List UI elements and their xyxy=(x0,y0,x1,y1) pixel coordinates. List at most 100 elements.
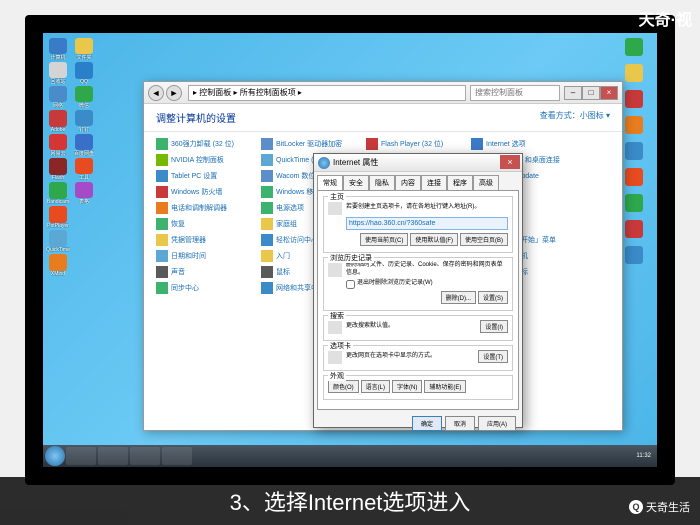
app-icon xyxy=(75,158,93,174)
use-default-button[interactable]: 使用默认值(F) xyxy=(410,233,458,246)
breadcrumb[interactable]: ▸ 控制面板 ▸ 所有控制面板项 ▸ xyxy=(188,85,466,101)
item-icon xyxy=(261,170,273,182)
internet-options-dialog: Internet 属性 × 常规安全隐私内容连接程序高级 主页 若要创建主页选项… xyxy=(313,153,523,428)
item-label: BitLocker 驱动器加密 xyxy=(276,139,342,149)
control-panel-item[interactable]: 同步中心 xyxy=(156,282,261,294)
use-current-button[interactable]: 使用当前页(C) xyxy=(360,233,408,246)
apply-button[interactable]: 应用(A) xyxy=(478,416,516,431)
desktop-icon[interactable]: 计算机 xyxy=(47,38,69,60)
desktop-icon[interactable] xyxy=(623,38,645,60)
desktop-icon[interactable]: 钉钉 xyxy=(73,110,95,132)
dialog-tab[interactable]: 连接 xyxy=(421,175,447,190)
desktop-icon[interactable] xyxy=(623,246,645,268)
app-icon xyxy=(49,158,67,175)
item-label: 电话和调制解调器 xyxy=(171,203,227,213)
control-panel-item[interactable]: Internet 选项 xyxy=(471,138,576,150)
desktop-icons-right xyxy=(623,38,653,268)
cancel-button[interactable]: 取消 xyxy=(445,416,475,431)
start-button[interactable] xyxy=(45,446,65,466)
desktop-icon[interactable] xyxy=(623,220,645,242)
history-settings-button[interactable]: 设置(S) xyxy=(478,291,508,304)
delete-history-button[interactable]: 删除(D)... xyxy=(441,291,476,304)
delete-on-exit-checkbox[interactable] xyxy=(346,280,355,289)
control-panel-item[interactable]: 360强力卸载 (32 位) xyxy=(156,138,261,150)
desktop-icon[interactable]: Flash xyxy=(47,158,69,180)
system-tray[interactable]: 11:32 xyxy=(636,453,655,459)
colors-button[interactable]: 颜色(O) xyxy=(328,380,359,393)
app-icon xyxy=(625,220,643,238)
nav-back-button[interactable]: ◄ xyxy=(148,85,164,101)
icon-label: 回收站 xyxy=(50,78,65,84)
item-label: 入门 xyxy=(276,251,290,261)
item-icon xyxy=(156,234,168,246)
desktop-icon[interactable]: PotPlayer xyxy=(47,206,69,228)
desktop-icon[interactable]: 网络 xyxy=(47,86,69,108)
search-settings-button[interactable]: 设置(I) xyxy=(480,320,508,333)
control-panel-item[interactable]: BitLocker 驱动器加密 xyxy=(261,138,366,150)
homepage-url-input[interactable] xyxy=(346,217,508,230)
desktop-icon[interactable] xyxy=(623,142,645,164)
taskbar-item[interactable] xyxy=(162,447,192,465)
desktop-icon[interactable]: 回收站 xyxy=(47,62,69,84)
control-panel-item[interactable]: Windows 防火墙 xyxy=(156,186,261,198)
desktop-icon[interactable]: 表格 xyxy=(73,182,95,204)
control-panel-item[interactable]: 声音 xyxy=(156,266,261,278)
item-icon xyxy=(156,154,168,166)
desktop-icon[interactable] xyxy=(623,194,645,216)
desktop-icon[interactable] xyxy=(623,168,645,190)
search-desc: 更改搜索默认值。 xyxy=(346,323,394,331)
desktop-icon[interactable] xyxy=(623,64,645,86)
taskbar-item[interactable] xyxy=(130,447,160,465)
item-icon xyxy=(261,234,273,246)
dialog-tab[interactable]: 内容 xyxy=(395,175,421,190)
search-input[interactable] xyxy=(470,85,560,101)
item-icon xyxy=(156,170,168,182)
desktop-icon[interactable]: 工具 xyxy=(73,158,95,180)
fonts-button[interactable]: 字体(N) xyxy=(392,380,422,393)
dialog-close-button[interactable]: × xyxy=(500,155,520,169)
desktop-icon[interactable]: QQ xyxy=(73,62,95,84)
control-panel-item[interactable]: 凭据管理器 xyxy=(156,234,261,246)
dialog-tab[interactable]: 隐私 xyxy=(369,175,395,190)
dialog-tab[interactable]: 程序 xyxy=(447,175,473,190)
item-label: Internet 选项 xyxy=(486,139,526,149)
item-icon xyxy=(156,138,168,150)
tabs-settings-button[interactable]: 设置(T) xyxy=(478,350,508,363)
taskbar-item[interactable] xyxy=(66,447,96,465)
desktop-icon[interactable]: XMind xyxy=(47,254,69,276)
dialog-tab[interactable]: 安全 xyxy=(343,175,369,190)
desktop-icon[interactable]: QuickTime xyxy=(47,230,69,252)
control-panel-item[interactable]: 日期和时间 xyxy=(156,250,261,262)
taskbar-item[interactable] xyxy=(98,447,128,465)
icon-label: 百度网盘 xyxy=(74,150,94,156)
desktop-icon[interactable]: Adobe xyxy=(47,110,69,132)
desktop-icon[interactable]: Bandicam xyxy=(47,182,69,204)
desktop-icon[interactable]: 微信 xyxy=(73,86,95,108)
ok-button[interactable]: 确定 xyxy=(412,416,442,431)
control-panel-item[interactable]: 恢复 xyxy=(156,218,261,230)
dialog-tab[interactable]: 高级 xyxy=(473,175,499,190)
minimize-button[interactable]: – xyxy=(564,86,582,100)
accessibility-button[interactable]: 辅助功能(E) xyxy=(424,380,466,393)
item-icon xyxy=(261,186,273,198)
view-mode-selector[interactable]: 查看方式：小图标 ▾ xyxy=(540,110,610,125)
control-panel-item[interactable]: Tablet PC 设置 xyxy=(156,170,261,182)
language-button[interactable]: 语言(L) xyxy=(361,380,390,393)
nav-forward-button[interactable]: ► xyxy=(166,85,182,101)
close-button[interactable]: × xyxy=(600,86,618,100)
control-panel-item[interactable]: Flash Player (32 位) xyxy=(366,138,471,150)
app-icon xyxy=(49,206,67,223)
maximize-button[interactable]: □ xyxy=(582,86,600,100)
desktop-icon[interactable] xyxy=(623,90,645,112)
control-panel-item[interactable]: NVIDIA 控制面板 xyxy=(156,154,261,166)
dialog-tab[interactable]: 常规 xyxy=(317,175,343,190)
desktop-icon[interactable]: 网易云 xyxy=(47,134,69,156)
icon-label: 网络 xyxy=(53,102,63,108)
desktop-icon[interactable] xyxy=(623,116,645,138)
desktop-screen: 计算机回收站网络 Adobe网易云FlashBandicamPotPlayerQu… xyxy=(43,33,657,467)
control-panel-item[interactable]: 电话和调制解调器 xyxy=(156,202,261,214)
desktop-icon[interactable]: 百度网盘 xyxy=(73,134,95,156)
app-icon xyxy=(49,110,67,127)
desktop-icon[interactable]: 文件夹 xyxy=(73,38,95,60)
use-blank-button[interactable]: 使用空白页(B) xyxy=(460,233,508,246)
